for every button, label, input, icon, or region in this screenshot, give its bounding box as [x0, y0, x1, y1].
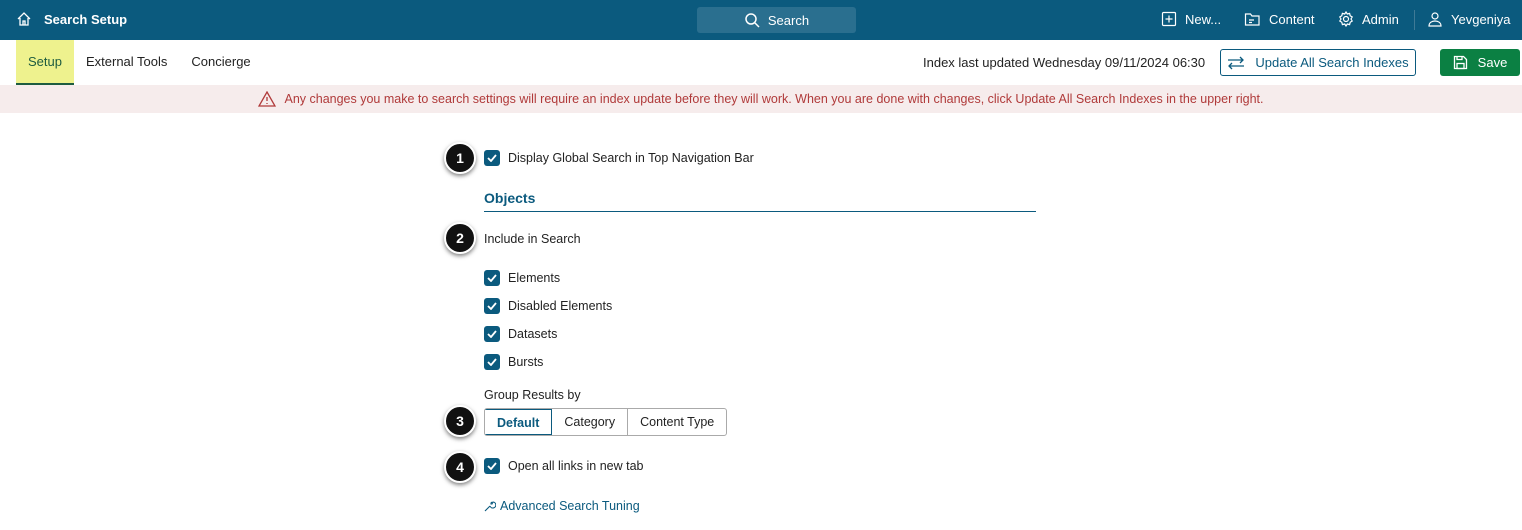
checkbox-label: Elements [508, 271, 561, 285]
swap-arrows-icon [1228, 56, 1245, 69]
tab-concierge[interactable]: Concierge [179, 40, 262, 85]
step-badge-1: 1 [444, 142, 476, 174]
warning-icon [258, 91, 277, 107]
step-badge-4: 4 [444, 451, 476, 483]
nav-content[interactable]: Content [1244, 11, 1315, 27]
checkmark-icon [484, 326, 500, 342]
checkmark-icon [484, 150, 500, 166]
checkbox-label: Datasets [508, 327, 558, 341]
step-badge-3: 3 [444, 405, 476, 437]
open-links-new-tab-checkbox[interactable]: Open all links in new tab [484, 458, 644, 474]
nav-admin[interactable]: Admin [1338, 11, 1399, 27]
search-icon [745, 13, 760, 28]
warning-text: Any changes you make to search settings … [284, 92, 1264, 106]
section-title-objects: Objects [484, 190, 536, 206]
include-in-search-label: Include in Search [484, 232, 581, 246]
checkbox-label: Display Global Search in Top Navigation … [508, 151, 754, 165]
nav-user[interactable]: Yevgeniya [1427, 11, 1511, 27]
warning-banner: Any changes you make to search settings … [0, 85, 1522, 113]
checkbox-label: Bursts [508, 355, 544, 369]
global-search-button[interactable]: Search [697, 7, 856, 33]
user-icon [1428, 12, 1442, 27]
folder-icon [1244, 13, 1260, 26]
update-indexes-button[interactable]: Update All Search Indexes [1220, 49, 1416, 76]
home-icon[interactable] [16, 11, 32, 30]
nav-divider [1414, 10, 1415, 30]
save-label: Save [1477, 55, 1508, 70]
checkbox-label: Disabled Elements [508, 299, 613, 313]
index-status: Index last updated Wednesday 09/11/2024 … [923, 55, 1206, 70]
checkmark-icon [484, 298, 500, 314]
search-label: Search [767, 12, 810, 28]
checkmark-icon [484, 458, 500, 474]
nav-admin-label: Admin [1362, 11, 1399, 27]
group-option-default[interactable]: Default [485, 409, 553, 435]
gear-icon [1338, 11, 1354, 27]
top-bar: Search Setup Search New... Content Admin… [0, 0, 1522, 40]
checkmark-icon [484, 270, 500, 286]
group-results-toggle: Default Category Content Type [484, 408, 728, 436]
wrench-icon [484, 501, 496, 512]
nav-user-label: Yevgeniya [1451, 11, 1511, 27]
section-divider [484, 211, 1036, 212]
advanced-link-label: Advanced Search Tuning [500, 499, 640, 513]
include-disabled-elements-checkbox[interactable]: Disabled Elements [484, 298, 612, 314]
tab-setup[interactable]: Setup [16, 40, 74, 85]
save-button[interactable]: Save [1440, 49, 1520, 76]
nav-new[interactable]: New... [1161, 11, 1221, 27]
checkmark-icon [484, 354, 500, 370]
display-global-search-checkbox[interactable]: Display Global Search in Top Navigation … [484, 150, 754, 166]
tab-external-tools[interactable]: External Tools [74, 40, 179, 85]
checkbox-label: Open all links in new tab [508, 459, 644, 473]
update-indexes-label: Update All Search Indexes [1255, 55, 1409, 70]
nav-content-label: Content [1269, 11, 1315, 27]
include-bursts-checkbox[interactable]: Bursts [484, 354, 543, 370]
include-datasets-checkbox[interactable]: Datasets [484, 326, 557, 342]
nav-new-label: New... [1185, 11, 1222, 27]
step-badge-2: 2 [444, 222, 476, 254]
include-elements-checkbox[interactable]: Elements [484, 270, 560, 286]
tab-bar: Setup External Tools Concierge [16, 40, 263, 85]
group-results-label: Group Results by [484, 388, 581, 402]
group-option-content-type[interactable]: Content Type [627, 409, 726, 435]
app-title: Search Setup [44, 12, 128, 27]
advanced-search-tuning-link[interactable]: Advanced Search Tuning [484, 499, 640, 513]
plus-square-icon [1161, 11, 1177, 27]
save-icon [1453, 55, 1467, 70]
group-option-category[interactable]: Category [552, 409, 627, 435]
